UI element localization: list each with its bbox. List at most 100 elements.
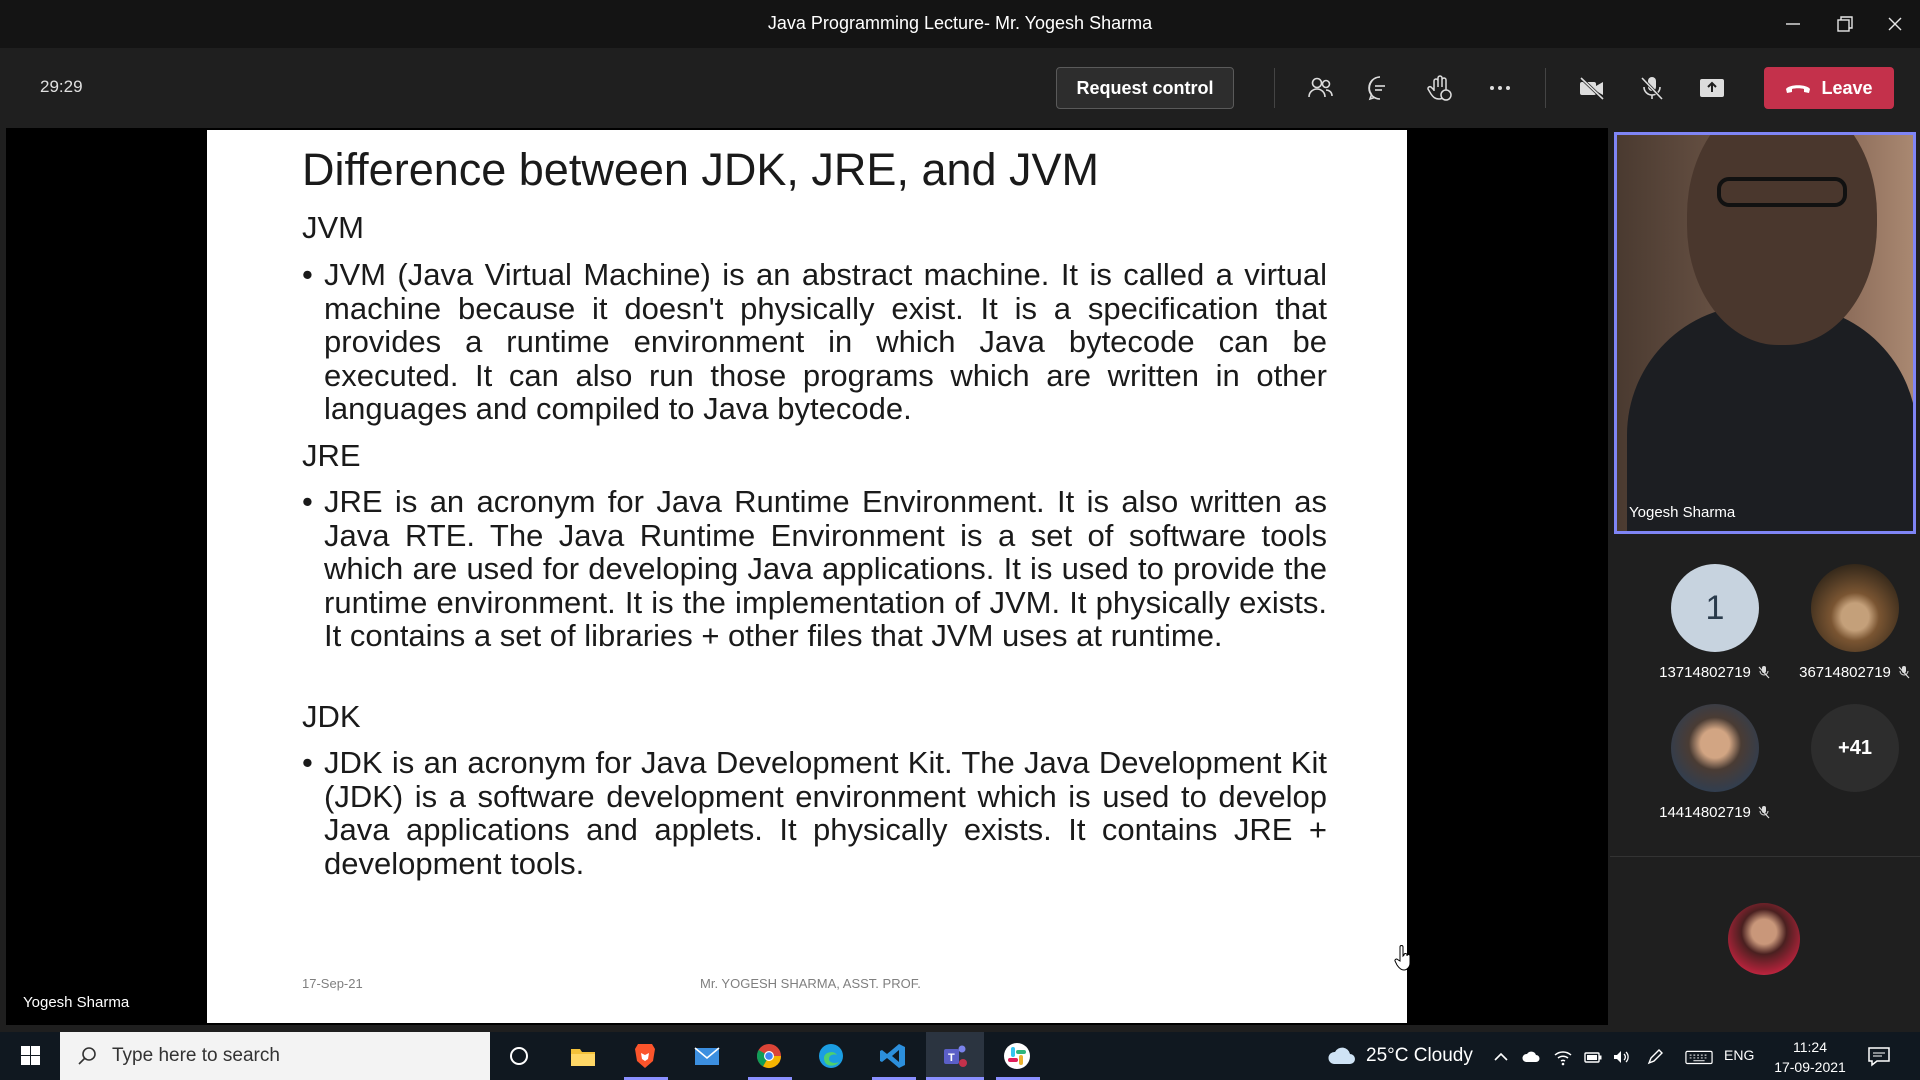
presenter-name-label: Yogesh Sharma [23,994,130,1011]
slide-bullet-jvm: • JVM (Java Virtual Machine) is an abstr… [302,258,1327,426]
slide-bullet-jre: • JRE is an acronym for Java Runtime Env… [302,485,1327,653]
file-explorer-button[interactable] [554,1036,612,1076]
slide-footer-date: 17-Sep-21 [302,976,363,991]
participant-name-row: 14414802719 [1650,804,1780,821]
meeting-toolbar: 29:29 Request control Leave [0,48,1920,128]
restore-icon [1837,16,1853,32]
minimize-button[interactable] [1764,0,1822,48]
svg-text:T: T [948,1052,955,1064]
clock-time: 11:24 [1793,1039,1827,1055]
participant-name: 14414802719 [1659,804,1751,821]
slide-title: Difference between JDK, JRE, and JVM [302,144,1100,195]
mic-toggle-button[interactable] [1632,70,1672,106]
mic-muted-icon [1898,666,1910,679]
teams-meeting-window: Java Programming Lecture- Mr. Yogesh Sha… [0,0,1920,1080]
pen-tray[interactable] [1644,1046,1666,1068]
reactions-button[interactable] [1420,70,1460,106]
people-icon [1308,77,1333,98]
folder-icon [571,1049,595,1066]
taskbar-search-box[interactable]: Type here to search [60,1032,490,1080]
brave-browser-button[interactable] [616,1036,674,1076]
more-participants-tile[interactable]: +41 [1790,704,1920,792]
mail-button[interactable] [678,1036,736,1076]
share-content-button[interactable] [1692,70,1732,106]
participant-name-row: 36714802719 [1790,664,1920,681]
featured-video-tile[interactable]: Yogesh Sharma [1614,132,1916,534]
close-icon [1888,17,1902,31]
edge-button[interactable] [802,1036,860,1076]
participant-name: 13714802719 [1659,664,1751,681]
slack-icon [1004,1043,1030,1069]
mail-icon [694,1047,720,1065]
participant-name: 36714802719 [1799,664,1891,681]
window-title: Java Programming Lecture- Mr. Yogesh Sha… [767,13,1153,33]
chrome-icon [756,1044,781,1069]
hand-cursor-icon [1394,945,1411,971]
cortana-circle-icon [510,1047,528,1065]
bullet-text: JVM (Java Virtual Machine) is an abstrac… [324,257,1327,426]
bullet-mark: • [302,484,313,519]
volume-tray[interactable] [1610,1046,1632,1068]
self-preview-tile[interactable] [1610,857,1920,1025]
pen-icon [1647,1049,1663,1065]
wifi-icon [1554,1051,1572,1066]
wifi-tray[interactable] [1552,1046,1574,1068]
bullet-text: JDK is an acronym for Java Development K… [324,745,1327,881]
speaker-icon [1614,1051,1629,1063]
show-hidden-icons-button[interactable] [1490,1046,1512,1068]
vscode-icon [880,1044,905,1068]
more-actions-button[interactable] [1480,70,1520,106]
video-person-glasses [1717,177,1847,207]
chat-button[interactable] [1360,70,1400,106]
share-screen-icon [1700,79,1724,97]
chevron-up-icon [1494,1052,1508,1061]
participant-tile[interactable]: 1 13714802719 [1650,564,1780,681]
avatar [1671,704,1759,792]
close-button[interactable] [1866,0,1920,48]
slide-bullet-jdk: • JDK is an acronym for Java Development… [302,746,1327,880]
participant-name-row: 13714802719 [1650,664,1780,681]
slide-heading-jvm: JVM [302,210,364,245]
task-view-button[interactable] [490,1036,548,1076]
slack-button[interactable] [988,1036,1046,1076]
touch-keyboard-tray[interactable] [1684,1046,1714,1068]
keyboard-icon [1685,1050,1713,1065]
edge-icon [819,1044,843,1068]
chrome-button[interactable] [740,1036,798,1076]
participant-panel: Yogesh Sharma 1 13714802719 36714802719 … [1610,128,1920,1025]
leave-button[interactable]: Leave [1764,67,1894,109]
self-avatar [1728,903,1800,975]
battery-tray[interactable] [1582,1046,1604,1068]
participants-button[interactable] [1300,70,1340,106]
shared-screen-stage: Difference between JDK, JRE, and JVM JVM… [6,128,1608,1025]
meeting-timer: 29:29 [40,77,83,96]
mic-muted-icon [1758,806,1770,819]
taskbar-clock[interactable]: 11:24 17-09-2021 [1768,1037,1852,1077]
weather-widget[interactable]: 25°C Cloudy [1326,1044,1473,1068]
windows-taskbar: Type here to search T 25°C Cloudy ENG 11… [0,1032,1920,1080]
windows-start-icon[interactable] [12,1044,48,1068]
featured-participant-name: Yogesh Sharma [1629,504,1736,521]
request-control-button[interactable]: Request control [1056,67,1234,109]
input-language[interactable]: ENG [1724,1047,1754,1063]
leave-label: Leave [1821,77,1873,98]
slide-heading-jre: JRE [302,438,361,473]
notification-center-icon[interactable] [1866,1045,1892,1067]
slide-heading-jdk: JDK [302,699,361,734]
brave-lion-icon [635,1044,655,1068]
presentation-slide: Difference between JDK, JRE, and JVM JVM… [207,130,1411,1023]
cloud-icon [1328,1047,1355,1064]
vscode-button[interactable] [864,1036,922,1076]
slide-footer-author: Mr. YOGESH SHARMA, ASST. PROF. [700,976,921,991]
avatar: 1 [1671,564,1759,652]
raise-hand-icon [1427,75,1452,101]
participant-tile[interactable]: 36714802719 [1790,564,1920,681]
participant-tile[interactable]: 14414802719 [1650,704,1780,821]
mic-muted-icon [1758,666,1770,679]
title-bar: Java Programming Lecture- Mr. Yogesh Sha… [0,0,1920,48]
teams-button[interactable]: T [926,1036,984,1076]
onedrive-cloud-icon [1522,1051,1540,1062]
camera-toggle-button[interactable] [1572,70,1612,106]
onedrive-tray[interactable] [1520,1046,1542,1068]
bullet-mark: • [302,745,313,780]
